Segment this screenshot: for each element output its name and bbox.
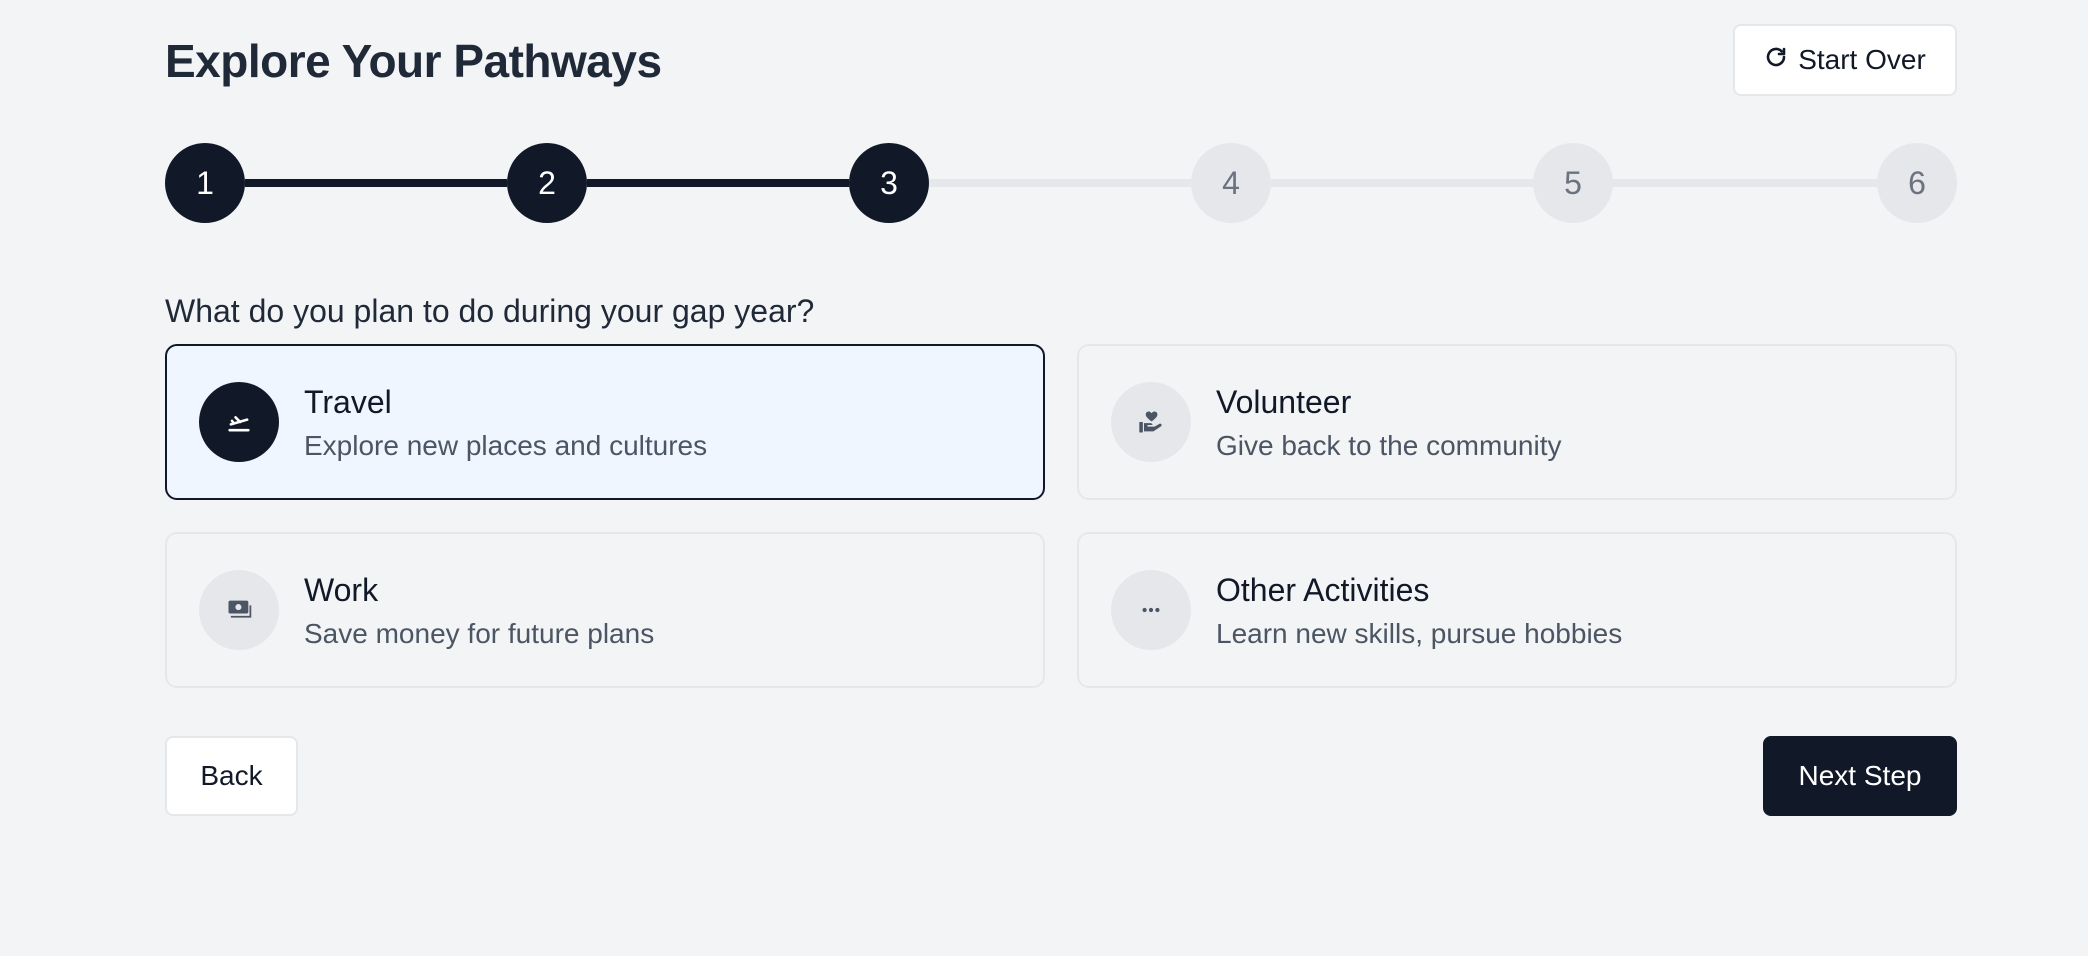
page-title: Explore Your Pathways <box>165 35 662 87</box>
option-work[interactable]: Work Save money for future plans <box>165 532 1045 688</box>
step-connector-5 <box>1613 179 1877 187</box>
ellipsis-icon <box>1111 570 1191 650</box>
money-icon <box>199 570 279 650</box>
option-description: Save money for future plans <box>304 618 655 649</box>
option-other-activities[interactable]: Other Activities Learn new skills, pursu… <box>1077 532 1957 688</box>
progress-stepper: 1 2 3 4 5 6 <box>165 143 1957 225</box>
option-title: Work <box>304 572 379 608</box>
step-6: 6 <box>1877 143 1957 223</box>
option-volunteer[interactable]: Volunteer Give back to the community <box>1077 344 1957 500</box>
step-connector-4 <box>1271 179 1533 187</box>
plane-departure-icon <box>199 382 279 462</box>
option-travel[interactable]: Travel Explore new places and cultures <box>165 344 1045 500</box>
option-title: Travel <box>304 384 392 420</box>
option-description: Explore new places and cultures <box>304 430 708 461</box>
hand-heart-icon <box>1111 382 1191 462</box>
step-5: 5 <box>1533 143 1613 223</box>
start-over-button[interactable]: Start Over <box>1733 24 1957 96</box>
option-description: Give back to the community <box>1216 430 1562 461</box>
step-4: 4 <box>1191 143 1271 223</box>
step-connector-2 <box>587 179 849 187</box>
refresh-icon <box>1764 44 1788 76</box>
option-title: Volunteer <box>1216 384 1352 420</box>
start-over-label: Start Over <box>1798 44 1926 75</box>
option-description: Learn new skills, pursue hobbies <box>1216 618 1623 649</box>
pathways-page: Explore Your Pathways Start Over 1 2 3 4… <box>0 0 2088 956</box>
step-1: 1 <box>165 143 245 223</box>
step-3: 3 <box>849 143 929 223</box>
back-button[interactable]: Back <box>165 736 298 816</box>
step-connector-3 <box>929 179 1191 187</box>
step-2: 2 <box>507 143 587 223</box>
question-text: What do you plan to do during your gap y… <box>165 293 815 329</box>
step-connector-1 <box>245 179 507 187</box>
option-title: Other Activities <box>1216 572 1430 608</box>
next-step-button[interactable]: Next Step <box>1763 736 1957 816</box>
